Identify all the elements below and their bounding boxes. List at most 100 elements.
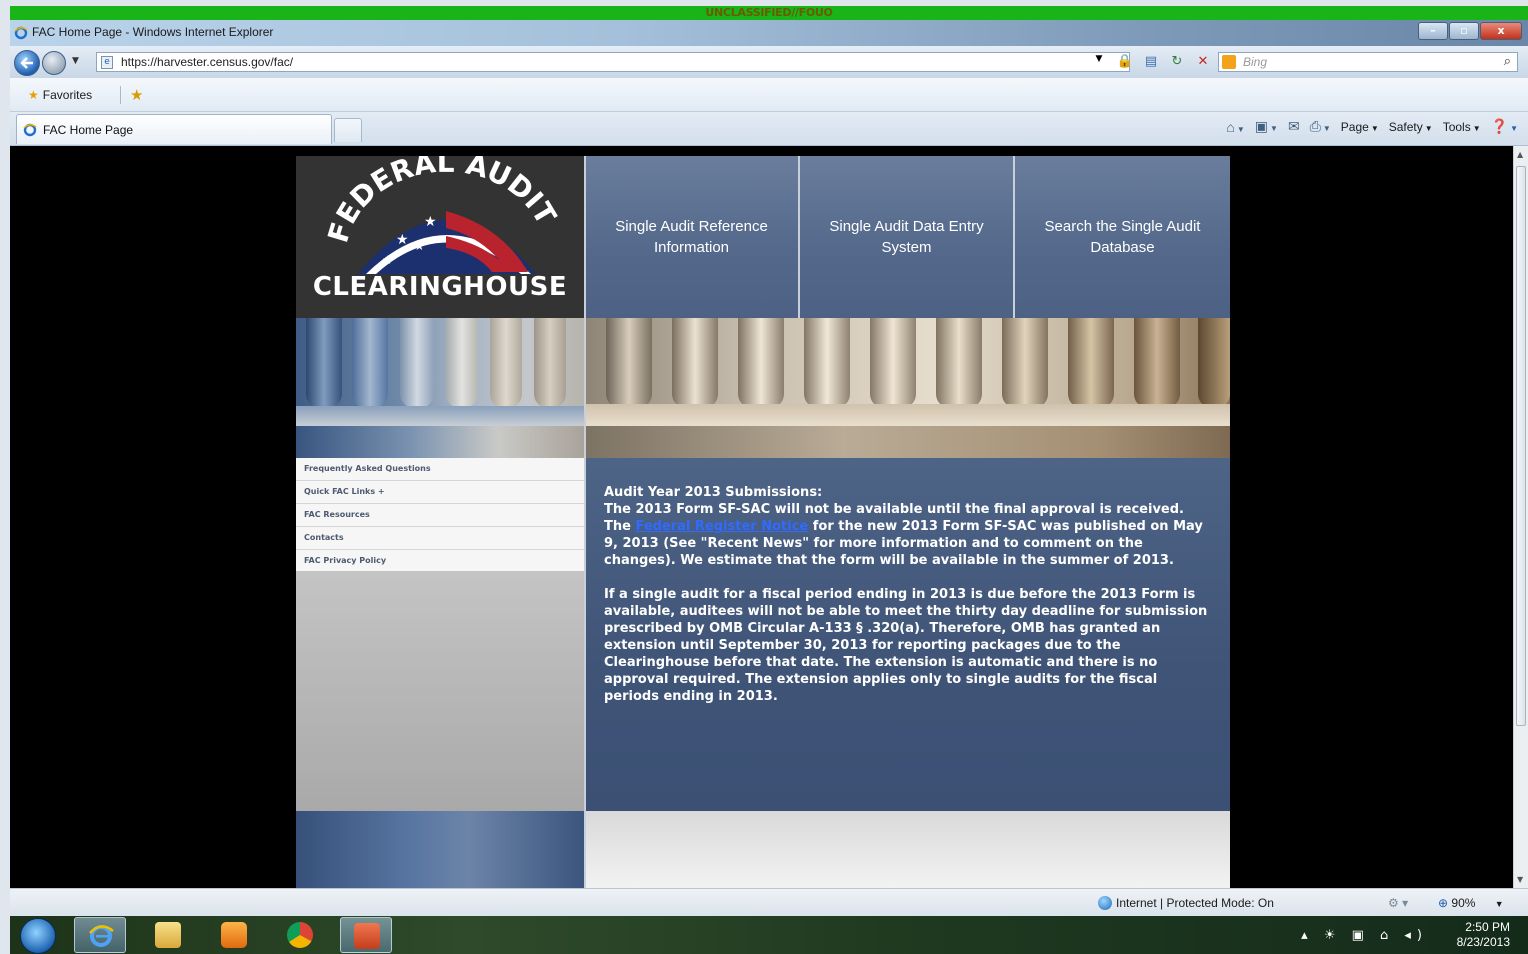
announcement-line1: The 2013 Form SF-SAC will not be availab…	[604, 502, 1184, 517]
back-button[interactable]	[14, 50, 40, 76]
window-title: FAC Home Page - Windows Internet Explore…	[32, 25, 274, 39]
back-arrow-icon	[20, 57, 33, 69]
windows-taskbar: ▴ ☀ ▣ ⌂ ◂) 2:50 PM 8/23/2013	[10, 916, 1528, 954]
svg-text:★: ★	[414, 239, 425, 253]
url-text[interactable]: https://harvester.census.gov/fac/	[121, 55, 293, 69]
fac-logo[interactable]: ★ ★ ★ ★ FEDERAL AUDIT CLEARINGHOUSE	[296, 156, 584, 318]
side-panel-fill	[296, 571, 584, 811]
security-zone[interactable]: Internet | Protected Mode: On	[1098, 896, 1274, 910]
search-placeholder: Bing	[1243, 55, 1268, 69]
taskbar-chrome[interactable]	[274, 917, 326, 953]
favorites-label: Favorites	[42, 88, 93, 102]
column-banner-left	[296, 318, 584, 458]
taskbar-file-explorer[interactable]	[142, 917, 194, 953]
chrome-icon	[287, 922, 313, 948]
tab-fac-home-page[interactable]: FAC Home Page	[16, 114, 332, 144]
mail-icon[interactable]: ✉	[1288, 118, 1300, 135]
announcement-panel: Audit Year 2013 Submissions: The 2013 Fo…	[586, 458, 1230, 811]
scroll-down-icon[interactable]: ▼	[1517, 875, 1523, 884]
taskbar-powerpoint[interactable]	[340, 917, 392, 953]
announcement-heading: Audit Year 2013 Submissions:	[604, 485, 823, 500]
media-player-icon	[221, 922, 247, 948]
favorites-button[interactable]: ★ Favorites	[28, 88, 92, 102]
page-menu-label: Page	[1340, 119, 1369, 134]
protected-mode-icon[interactable]: ⚙ ▾	[1388, 896, 1408, 910]
powerpoint-icon	[354, 923, 380, 949]
compatibility-view-icon[interactable]: ▤	[1142, 54, 1160, 69]
side-nav-privacy-policy[interactable]: FAC Privacy Policy	[296, 550, 584, 573]
clock[interactable]: 2:50 PM 8/23/2013	[1457, 920, 1510, 950]
vertical-scrollbar[interactable]: ▲ ▼	[1513, 146, 1528, 888]
taskbar-media-player[interactable]	[208, 917, 260, 953]
nav-tab-single-audit-reference[interactable]: Single Audit Reference Information	[585, 156, 800, 318]
ie-tab-icon	[23, 123, 37, 137]
side-nav-quick-links[interactable]: Quick FAC Links +	[296, 481, 584, 504]
system-tray-icons[interactable]: ▴ ☀ ▣ ⌂ ◂)	[1301, 928, 1428, 943]
forward-button[interactable]	[42, 51, 66, 75]
clock-date: 8/23/2013	[1456, 935, 1510, 949]
safety-menu-label: Safety	[1388, 119, 1423, 134]
zoom-dropdown-icon[interactable]: ▼	[1495, 899, 1504, 909]
clock-time: 2:50 PM	[1465, 920, 1510, 934]
svg-text:★: ★	[424, 214, 437, 230]
scroll-thumb[interactable]	[1516, 166, 1526, 726]
favorites-bar: ★ Favorites ★	[10, 78, 1528, 112]
search-box[interactable]: Bing ⌕	[1218, 52, 1518, 72]
search-icon[interactable]: ⌕	[1504, 54, 1511, 69]
page-menu[interactable]: Page ▼	[1341, 120, 1379, 134]
globe-icon	[1098, 896, 1112, 910]
bing-icon	[1222, 55, 1236, 69]
stop-icon[interactable]: ✕	[1194, 54, 1212, 69]
window-titlebar[interactable]: FAC Home Page - Windows Internet Explore…	[10, 20, 1528, 46]
zoom-control[interactable]: ⊕ 90% ▼	[1438, 896, 1504, 910]
side-panel-bottom-image	[296, 811, 584, 888]
address-row: ▼ e https://harvester.census.gov/fac/ ▼ …	[10, 46, 1528, 78]
close-window-button[interactable]: x	[1480, 22, 1522, 40]
maximize-button[interactable]: ▫	[1449, 22, 1479, 40]
print-icon[interactable]: ⎙ ▼	[1310, 118, 1331, 135]
recent-pages-dropdown-icon[interactable]: ▼	[72, 56, 79, 66]
nav-tab-data-entry-system[interactable]: Single Audit Data Entry System	[800, 156, 1015, 318]
scroll-up-icon[interactable]: ▲	[1517, 150, 1523, 159]
feeds-icon[interactable]: ▣ ▼	[1255, 118, 1278, 135]
new-tab-button[interactable]	[334, 118, 362, 142]
address-bar[interactable]: e https://harvester.census.gov/fac/	[96, 52, 1130, 72]
nav-tab-search-database[interactable]: Search the Single Audit Database	[1015, 156, 1230, 318]
security-zone-label: Internet | Protected Mode: On	[1116, 896, 1274, 910]
star-icon: ★	[28, 88, 39, 102]
classification-banner: UNCLASSIFIED//FOUO	[10, 6, 1528, 20]
announcement-paragraph-2: If a single audit for a fiscal period en…	[604, 587, 1208, 704]
tools-menu[interactable]: Tools ▼	[1443, 120, 1481, 134]
ie-logo-icon	[14, 26, 28, 40]
folder-icon	[155, 922, 181, 948]
safety-menu[interactable]: Safety ▼	[1389, 120, 1433, 134]
svg-text:★: ★	[382, 253, 393, 267]
tab-label: FAC Home Page	[43, 123, 134, 137]
home-icon[interactable]: ⌂ ▼	[1226, 119, 1244, 135]
refresh-icon[interactable]: ↻	[1168, 54, 1186, 69]
add-to-favorites-bar-icon[interactable]: ★	[130, 86, 143, 104]
start-button[interactable]	[20, 918, 56, 954]
internet-explorer-icon	[89, 925, 114, 947]
status-bar: Internet | Protected Mode: On ⚙ ▾ ⊕ 90% …	[10, 888, 1528, 916]
federal-register-notice-link[interactable]: Federal Register Notice	[635, 519, 808, 534]
help-icon[interactable]: ❓ ▼	[1491, 118, 1518, 135]
page-viewport: ★ ★ ★ ★ FEDERAL AUDIT CLEARINGHOUSE Sing…	[10, 146, 1513, 888]
address-dropdown-icon[interactable]: ▼	[1090, 54, 1108, 69]
side-nav-resources[interactable]: FAC Resources	[296, 504, 584, 527]
page-icon: e	[101, 56, 113, 69]
zoom-level: 90%	[1451, 896, 1476, 910]
column-banner-right	[586, 318, 1230, 458]
screen: UNCLASSIFIED//FOUO FAC Home Page - Windo…	[0, 0, 1528, 954]
taskbar-internet-explorer[interactable]	[74, 917, 126, 953]
favorites-separator	[120, 86, 121, 104]
minimize-button[interactable]: –	[1418, 22, 1448, 40]
main-panel-bottom	[586, 811, 1230, 888]
lock-icon[interactable]: 🔒	[1116, 54, 1134, 69]
fac-site: ★ ★ ★ ★ FEDERAL AUDIT CLEARINGHOUSE Sing…	[296, 156, 1230, 888]
zoom-icon: ⊕	[1438, 896, 1449, 910]
tab-row: FAC Home Page ⌂ ▼ ▣ ▼ ✉ ⎙ ▼ Page ▼ Safety ▼ T…	[10, 112, 1528, 146]
side-nav-contacts[interactable]: Contacts	[296, 527, 584, 550]
side-nav-faq[interactable]: Frequently Asked Questions	[296, 458, 584, 481]
svg-text:★: ★	[396, 232, 409, 248]
